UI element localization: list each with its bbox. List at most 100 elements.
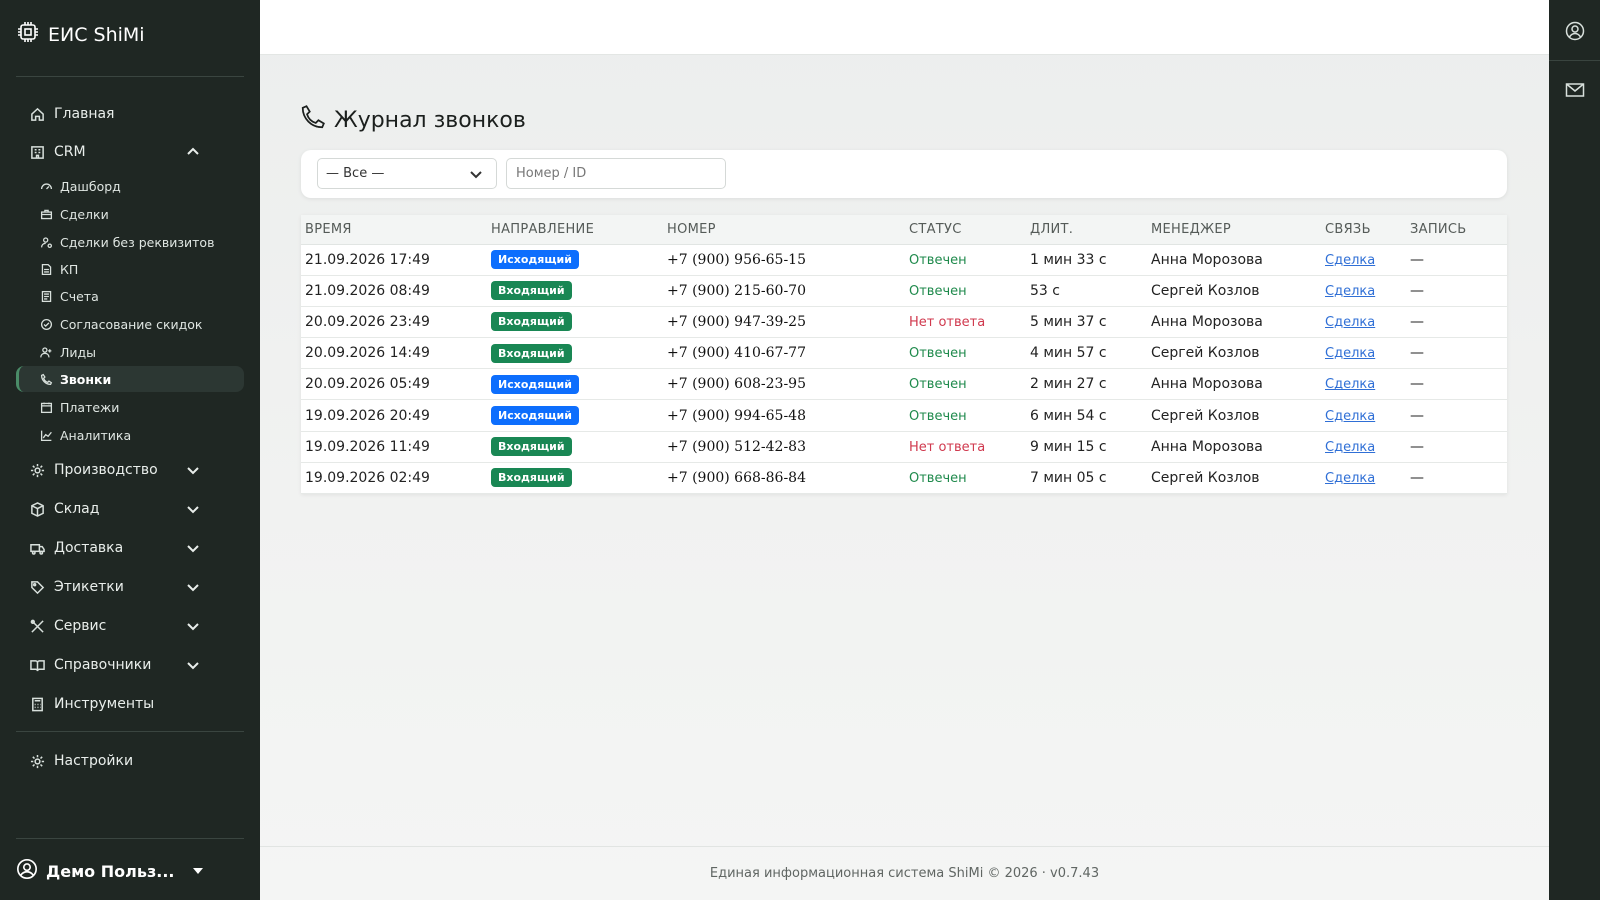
column-header-number[interactable]: НОМЕР bbox=[663, 215, 905, 245]
status-text: Отвечен bbox=[909, 377, 967, 393]
cell-direction: Исходящий bbox=[487, 368, 663, 401]
direction-badge: Входящий bbox=[491, 281, 572, 301]
column-header-status[interactable]: СТАТУС bbox=[905, 215, 1026, 245]
cell-number: +7 (900) 994-65-48 bbox=[663, 399, 905, 432]
user-menu[interactable]: Демо Польз... bbox=[16, 858, 203, 884]
cell-record: — bbox=[1406, 431, 1507, 463]
phone-number: +7 (900) 994-65-48 bbox=[667, 407, 806, 424]
direction-select[interactable]: — Все — bbox=[317, 158, 497, 189]
deal-link[interactable]: Сделка bbox=[1325, 315, 1375, 330]
table-row[interactable]: 20.09.2026 23:49 Входящий +7 (900) 947-39-… bbox=[301, 306, 1507, 339]
deal-link[interactable]: Сделка bbox=[1325, 253, 1375, 268]
cell-manager: Анна Морозова bbox=[1147, 368, 1321, 401]
sidebar-item-delivery[interactable]: Доставка bbox=[16, 537, 244, 559]
home-icon bbox=[28, 105, 46, 123]
table-row[interactable]: 19.09.2026 11:49 Входящий +7 (900) 512-42-… bbox=[301, 431, 1507, 463]
tag-icon bbox=[28, 578, 46, 596]
chevron-down-icon bbox=[186, 619, 200, 633]
sidebar-subitem-kp[interactable]: КП bbox=[16, 256, 244, 282]
cell-link: Сделка bbox=[1321, 306, 1406, 339]
column-header-duration[interactable]: ДЛИТ. bbox=[1026, 215, 1147, 245]
deal-link[interactable]: Сделка bbox=[1325, 471, 1375, 486]
book-icon bbox=[28, 656, 46, 674]
cell-manager: Сергей Козлов bbox=[1147, 337, 1321, 370]
cell-number: +7 (900) 512-42-83 bbox=[663, 431, 905, 463]
sidebar-item-production[interactable]: Производство bbox=[16, 459, 244, 481]
table-row[interactable]: 19.09.2026 20:49 Исходящий +7 (900) 994-65… bbox=[301, 399, 1507, 432]
sidebar-subitem-discounts[interactable]: Согласование скидок bbox=[16, 311, 244, 337]
sidebar-subitem-deals[interactable]: Сделки bbox=[16, 201, 244, 227]
sidebar-item-tools[interactable]: Инструменты bbox=[16, 693, 244, 715]
status-text: Отвечен bbox=[909, 408, 967, 424]
footer-text: Единая информационная система ShiMi © 20… bbox=[709, 866, 1100, 881]
sidebar-subitem-payments[interactable]: Платежи bbox=[16, 394, 244, 420]
deal-link[interactable]: Сделка bbox=[1325, 377, 1375, 392]
tools-icon bbox=[28, 617, 46, 635]
deal-link[interactable]: Сделка bbox=[1325, 409, 1375, 424]
chevron-down-icon bbox=[186, 658, 200, 672]
sidebar-subitem-invoices[interactable]: Счета bbox=[16, 283, 244, 309]
chevron-down-icon bbox=[186, 463, 200, 477]
table-row[interactable]: 19.09.2026 02:49 Входящий +7 (900) 668-86-… bbox=[301, 462, 1507, 495]
cell-duration: 2 мин 27 с bbox=[1026, 368, 1147, 401]
deal-link[interactable]: Сделка bbox=[1325, 440, 1375, 455]
sidebar-item-crm[interactable]: CRM bbox=[16, 141, 244, 163]
page-title-text: Журнал звонков bbox=[334, 107, 526, 133]
sidebar-subitem-dashboard[interactable]: Дашборд bbox=[16, 173, 244, 199]
cell-manager: Сергей Козлов bbox=[1147, 462, 1321, 495]
divider bbox=[16, 76, 244, 77]
sidebar-subitem-deals-no-details[interactable]: Сделки без реквизитов bbox=[16, 229, 244, 255]
column-header-manager[interactable]: МЕНЕДЖЕР bbox=[1147, 215, 1321, 245]
status-text: Отвечен bbox=[909, 346, 967, 362]
column-header-link[interactable]: СВЯЗЬ bbox=[1321, 215, 1406, 245]
chip-icon bbox=[16, 20, 40, 49]
table-row[interactable]: 20.09.2026 14:49 Входящий +7 (900) 410-67-… bbox=[301, 337, 1507, 370]
column-header-record[interactable]: ЗАПИСЬ bbox=[1406, 215, 1507, 245]
right-rail bbox=[1549, 0, 1600, 900]
cell-link: Сделка bbox=[1321, 368, 1406, 401]
divider bbox=[16, 731, 244, 732]
sidebar-item-service[interactable]: Сервис bbox=[16, 615, 244, 637]
table-row[interactable]: 21.09.2026 08:49 Входящий +7 (900) 215-60-… bbox=[301, 275, 1507, 307]
deal-link[interactable]: Сделка bbox=[1325, 346, 1375, 361]
brand-name: ЕИС ShiMi bbox=[48, 23, 145, 46]
sidebar-item-labels[interactable]: Этикетки bbox=[16, 576, 244, 598]
sidebar-subitem-label: Лиды bbox=[60, 344, 97, 360]
cell-duration: 6 мин 54 с bbox=[1026, 399, 1147, 432]
cell-manager: Сергей Козлов bbox=[1147, 275, 1321, 307]
status-text: Нет ответа bbox=[909, 439, 986, 455]
sidebar-item-warehouse[interactable]: Склад bbox=[16, 498, 244, 520]
profile-icon[interactable] bbox=[1565, 21, 1585, 41]
cell-status: Нет ответа bbox=[905, 306, 1026, 339]
cell-status: Нет ответа bbox=[905, 431, 1026, 463]
deal-link[interactable]: Сделка bbox=[1325, 284, 1375, 299]
sidebar-subitem-calls[interactable]: Звонки bbox=[16, 366, 244, 392]
sidebar-item-home[interactable]: Главная bbox=[16, 103, 244, 125]
cell-status: Отвечен bbox=[905, 337, 1026, 370]
cell-time: 20.09.2026 05:49 bbox=[301, 368, 487, 401]
cell-direction: Исходящий bbox=[487, 244, 663, 276]
gear-icon bbox=[28, 461, 46, 479]
footer: Единая информационная система ShiMi © 20… bbox=[260, 846, 1549, 900]
column-header-direction[interactable]: НАПРАВЛЕНИЕ bbox=[487, 215, 663, 245]
column-header-time[interactable]: ВРЕМЯ bbox=[301, 215, 487, 245]
sidebar-subitem-analytics[interactable]: Аналитика bbox=[16, 422, 244, 448]
status-text: Отвечен bbox=[909, 252, 967, 268]
phone-number: +7 (900) 215-60-70 bbox=[667, 282, 806, 299]
search-input[interactable] bbox=[506, 158, 726, 189]
sidebar-item-label: Доставка bbox=[54, 540, 124, 556]
cell-manager: Анна Морозова bbox=[1147, 244, 1321, 276]
sidebar-subitem-leads[interactable]: Лиды bbox=[16, 339, 244, 365]
sidebar-item-references[interactable]: Справочники bbox=[16, 654, 244, 676]
graph-icon bbox=[38, 427, 54, 443]
sidebar-item-settings[interactable]: Настройки bbox=[16, 750, 244, 772]
status-text: Отвечен bbox=[909, 283, 967, 299]
table-row[interactable]: 21.09.2026 17:49 Исходящий +7 (900) 956-65… bbox=[301, 244, 1507, 276]
status-text: Отвечен bbox=[909, 470, 967, 486]
divider bbox=[16, 838, 244, 839]
cell-status: Отвечен bbox=[905, 462, 1026, 495]
brand[interactable]: ЕИС ShiMi bbox=[16, 20, 145, 49]
table-row[interactable]: 20.09.2026 05:49 Исходящий +7 (900) 608-23… bbox=[301, 368, 1507, 401]
cell-time: 19.09.2026 11:49 bbox=[301, 431, 487, 463]
mail-icon[interactable] bbox=[1565, 80, 1585, 100]
